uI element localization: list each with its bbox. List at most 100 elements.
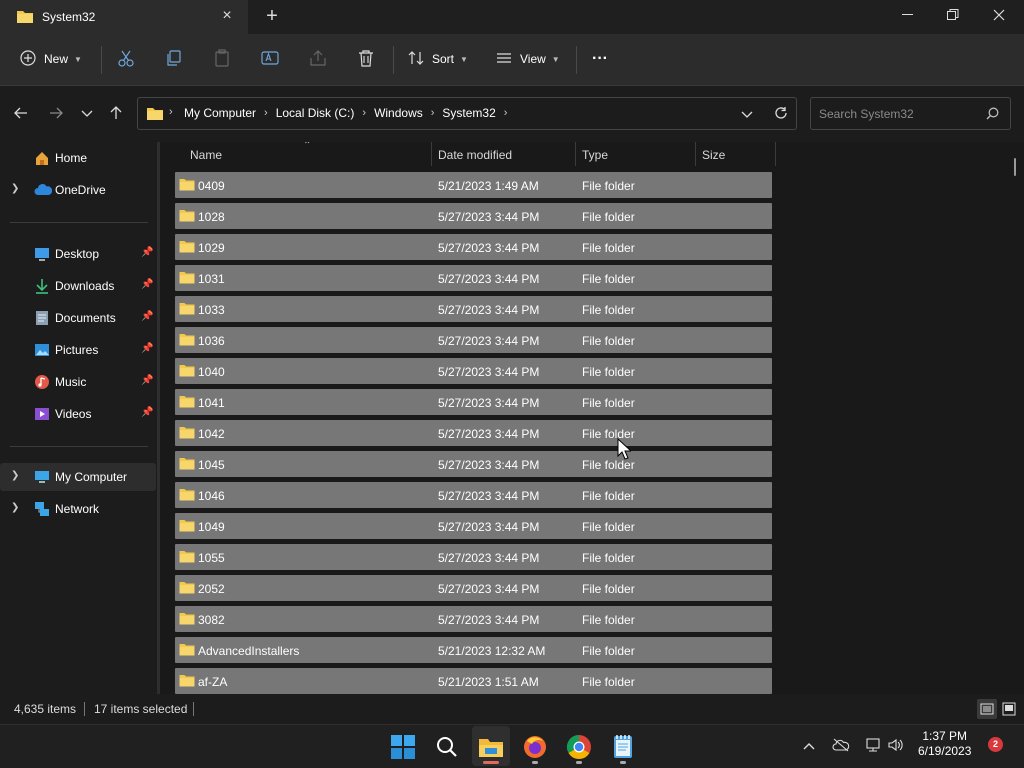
clock[interactable]: 1:37 PM 6/19/2023	[918, 729, 971, 759]
chevron-right-icon[interactable]: ›	[431, 107, 435, 119]
sidebar-item-desktop[interactable]: Desktop 📌	[0, 240, 156, 268]
file-name: 0409	[198, 179, 225, 193]
chevron-right-icon[interactable]: ❯	[11, 183, 19, 194]
more-options-button[interactable]: ···	[592, 46, 608, 72]
breadcrumb-windows[interactable]: Windows	[374, 106, 423, 120]
close-tab-icon[interactable]: ×	[219, 7, 235, 25]
restore-button[interactable]	[930, 0, 976, 30]
chevron-right-icon[interactable]: ›	[504, 107, 508, 119]
table-row[interactable]: 0409 5/21/2023 1:49 AM File folder	[175, 172, 772, 198]
table-row[interactable]: 1042 5/27/2023 3:44 PM File folder	[175, 420, 772, 446]
table-row[interactable]: 2052 5/27/2023 3:44 PM File folder	[175, 575, 772, 601]
sidebar-item-my-computer[interactable]: ❯ My Computer	[0, 463, 156, 491]
share-button[interactable]	[309, 46, 327, 72]
breadcrumb-system32[interactable]: System32	[442, 106, 495, 120]
sort-button[interactable]: Sort ▼	[408, 46, 468, 72]
sidebar-item-home[interactable]: Home	[0, 144, 156, 172]
notepad-taskbar-button[interactable]	[609, 733, 637, 761]
show-hidden-icons-button[interactable]	[803, 738, 815, 753]
firefox-taskbar-button[interactable]	[521, 733, 549, 761]
delete-button[interactable]	[357, 46, 375, 72]
minimize-button[interactable]	[885, 0, 931, 30]
up-button[interactable]	[105, 104, 127, 124]
notification-badge[interactable]: 2	[988, 737, 1003, 752]
running-indicator	[620, 761, 626, 764]
paste-button[interactable]	[213, 46, 231, 72]
sidebar-item-videos[interactable]: Videos 📌	[0, 400, 156, 428]
address-dropdown-button[interactable]	[741, 108, 753, 122]
column-header-name[interactable]: Name	[190, 142, 222, 168]
sidebar-item-music[interactable]: Music 📌	[0, 368, 156, 396]
table-row[interactable]: 1055 5/27/2023 3:44 PM File folder	[175, 544, 772, 570]
breadcrumb-local-disk[interactable]: Local Disk (C:)	[276, 106, 355, 120]
folder-icon	[179, 550, 195, 566]
pin-icon[interactable]: 📌	[141, 247, 153, 258]
sidebar-item-documents[interactable]: Documents 📌	[0, 304, 156, 332]
chevron-right-icon[interactable]: ❯	[11, 502, 19, 513]
volume-tray-icon[interactable]	[888, 738, 904, 755]
file-explorer-taskbar-button[interactable]	[477, 733, 505, 761]
table-row[interactable]: 1033 5/27/2023 3:44 PM File folder	[175, 296, 772, 322]
table-row[interactable]: 1049 5/27/2023 3:44 PM File folder	[175, 513, 772, 539]
table-row[interactable]: 1045 5/27/2023 3:44 PM File folder	[175, 451, 772, 477]
chevron-right-icon[interactable]: ❯	[11, 470, 19, 481]
pin-icon[interactable]: 📌	[141, 343, 153, 354]
sidebar-item-onedrive[interactable]: ❯ OneDrive	[0, 176, 156, 204]
tab-system32[interactable]: System32 ×	[0, 0, 248, 34]
recent-locations-button[interactable]	[76, 104, 98, 124]
copy-button[interactable]	[165, 46, 183, 72]
pin-icon[interactable]: 📌	[141, 375, 153, 386]
pin-icon[interactable]: 📌	[141, 279, 153, 290]
table-row[interactable]: 1040 5/27/2023 3:44 PM File folder	[175, 358, 772, 384]
network-tray-icon[interactable]	[864, 738, 882, 755]
back-button[interactable]	[10, 104, 32, 124]
table-row[interactable]: 1028 5/27/2023 3:44 PM File folder	[175, 203, 772, 229]
start-button[interactable]	[389, 733, 417, 761]
column-header-size[interactable]: Size	[702, 142, 725, 168]
table-row[interactable]: 1029 5/27/2023 3:44 PM File folder	[175, 234, 772, 260]
sidebar-item-downloads[interactable]: Downloads 📌	[0, 272, 156, 300]
chevron-down-icon	[81, 107, 93, 121]
file-name: 2052	[198, 582, 225, 596]
sidebar-item-network[interactable]: ❯ Network	[0, 495, 156, 523]
breadcrumb-my-computer[interactable]: My Computer	[184, 106, 256, 120]
view-button[interactable]: View ▼	[496, 46, 560, 72]
table-row[interactable]: 1046 5/27/2023 3:44 PM File folder	[175, 482, 772, 508]
column-header-type[interactable]: Type	[582, 142, 608, 168]
search-box[interactable]: Search System32	[810, 97, 1011, 130]
tiles-view-button[interactable]	[999, 699, 1019, 719]
chrome-taskbar-button[interactable]	[565, 733, 593, 761]
column-header-date[interactable]: Date modified	[438, 142, 512, 168]
item-count: 4,635 items	[14, 702, 77, 716]
sidebar-item-pictures[interactable]: Pictures 📌	[0, 336, 156, 364]
cut-button[interactable]	[117, 46, 135, 72]
close-window-button[interactable]	[976, 0, 1022, 30]
table-row[interactable]: 3082 5/27/2023 3:44 PM File folder	[175, 606, 772, 632]
file-date-modified: 5/27/2023 3:44 PM	[438, 520, 540, 534]
onedrive-tray-icon[interactable]	[832, 738, 850, 755]
pin-icon[interactable]: 📌	[141, 407, 153, 418]
clipboard-icon	[213, 48, 231, 70]
chevron-right-icon: ›	[169, 106, 173, 118]
table-row[interactable]: AdvancedInstallers 5/21/2023 12:32 AM File…	[175, 637, 772, 663]
rename-button[interactable]	[261, 46, 279, 72]
sort-icon	[408, 50, 424, 69]
table-row[interactable]: af-ZA 5/21/2023 1:51 AM File folder	[175, 668, 772, 694]
details-view-button[interactable]	[977, 699, 997, 719]
new-tab-button[interactable]: +	[262, 5, 282, 27]
table-row[interactable]: 1031 5/27/2023 3:44 PM File folder	[175, 265, 772, 291]
address-bar[interactable]: › My Computer › Local Disk (C:) › Window…	[137, 97, 797, 130]
refresh-button[interactable]	[774, 106, 788, 123]
search-taskbar-button[interactable]	[433, 733, 461, 761]
file-type: File folder	[582, 613, 635, 627]
chevron-right-icon[interactable]: ›	[264, 107, 268, 119]
pin-icon[interactable]: 📌	[141, 311, 153, 322]
file-name: 1055	[198, 551, 225, 565]
chevron-up-icon	[803, 743, 815, 750]
chevron-right-icon[interactable]: ›	[362, 107, 366, 119]
table-row[interactable]: 1041 5/27/2023 3:44 PM File folder	[175, 389, 772, 415]
new-button[interactable]: New ▼	[20, 46, 82, 72]
table-row[interactable]: 1036 5/27/2023 3:44 PM File folder	[175, 327, 772, 353]
forward-button[interactable]	[45, 104, 67, 124]
file-list-scrollbar[interactable]	[1014, 158, 1016, 176]
